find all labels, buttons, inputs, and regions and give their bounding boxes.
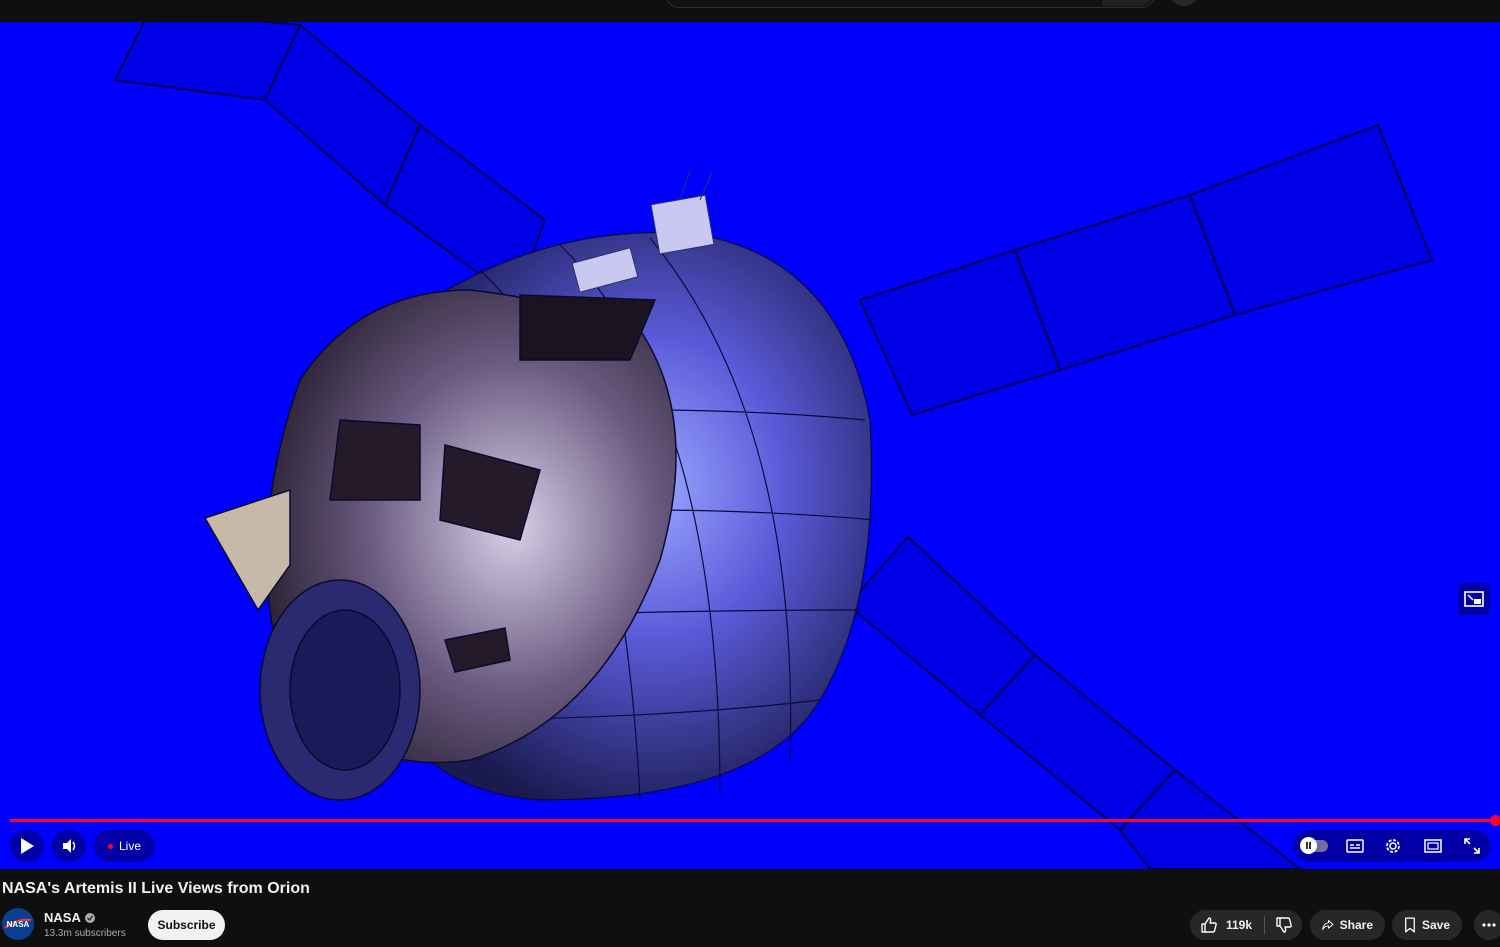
thumbs-up-icon	[1201, 917, 1217, 933]
progress-bar[interactable]	[10, 819, 1495, 822]
search-input[interactable]	[665, 0, 1155, 8]
share-button[interactable]: Share	[1310, 910, 1385, 940]
video-frame	[113, 22, 1434, 869]
progress-scrubber[interactable]	[1490, 815, 1500, 826]
play-button[interactable]	[10, 830, 44, 862]
subtitles-button[interactable]	[1339, 830, 1371, 862]
like-dislike-group: 119k	[1190, 910, 1302, 940]
svg-text:NASA: NASA	[7, 920, 30, 929]
gear-icon	[1386, 839, 1400, 853]
share-label: Share	[1339, 918, 1373, 932]
bookmark-icon	[1405, 917, 1415, 933]
volume-button[interactable]	[52, 830, 86, 862]
volume-icon	[63, 839, 76, 853]
miniplayer-button[interactable]	[1458, 583, 1490, 615]
pause-icon	[1300, 837, 1317, 854]
video-title: NASA's Artemis II Live Views from Orion	[2, 880, 310, 897]
live-label: Live	[119, 839, 142, 853]
subscribe-button[interactable]: Subscribe	[148, 910, 225, 940]
voice-search-button[interactable]	[1170, 0, 1198, 6]
live-indicator[interactable]: Live	[94, 830, 156, 862]
share-icon	[1322, 920, 1334, 930]
like-count: 119k	[1226, 918, 1253, 932]
subtitles-icon	[1346, 839, 1364, 853]
miniplayer-icon	[1464, 591, 1484, 607]
save-button[interactable]: Save	[1392, 910, 1462, 940]
more-icon	[1482, 923, 1496, 927]
play-icon	[21, 838, 34, 854]
right-controls	[1293, 830, 1491, 862]
save-label: Save	[1421, 918, 1450, 932]
thumbs-down-icon	[1275, 917, 1292, 933]
autoplay-track	[1300, 837, 1328, 854]
channel-name-label: NASA	[44, 910, 81, 925]
solar-array-upper-left	[113, 22, 547, 302]
dislike-button[interactable]	[1265, 910, 1302, 940]
autoplay-toggle[interactable]	[1299, 830, 1331, 862]
live-dot	[108, 843, 113, 849]
nasa-logo-icon: NASA	[2, 908, 34, 940]
fullscreen-button[interactable]	[1456, 830, 1488, 862]
solar-array-right	[858, 123, 1434, 417]
like-button[interactable]: 119k	[1190, 910, 1264, 940]
verified-icon	[84, 912, 95, 923]
theater-mode-button[interactable]	[1417, 830, 1449, 862]
fullscreen-icon	[1464, 838, 1480, 854]
top-bar	[0, 0, 1500, 22]
video-player[interactable]: Live	[0, 22, 1500, 869]
more-actions-button[interactable]	[1474, 910, 1500, 940]
settings-button[interactable]	[1377, 830, 1409, 862]
subscriber-count: 13.3m subscribers	[44, 928, 126, 939]
channel-avatar[interactable]: NASA	[2, 908, 34, 940]
theater-icon	[1424, 839, 1442, 853]
channel-name[interactable]: NASA	[44, 910, 95, 925]
